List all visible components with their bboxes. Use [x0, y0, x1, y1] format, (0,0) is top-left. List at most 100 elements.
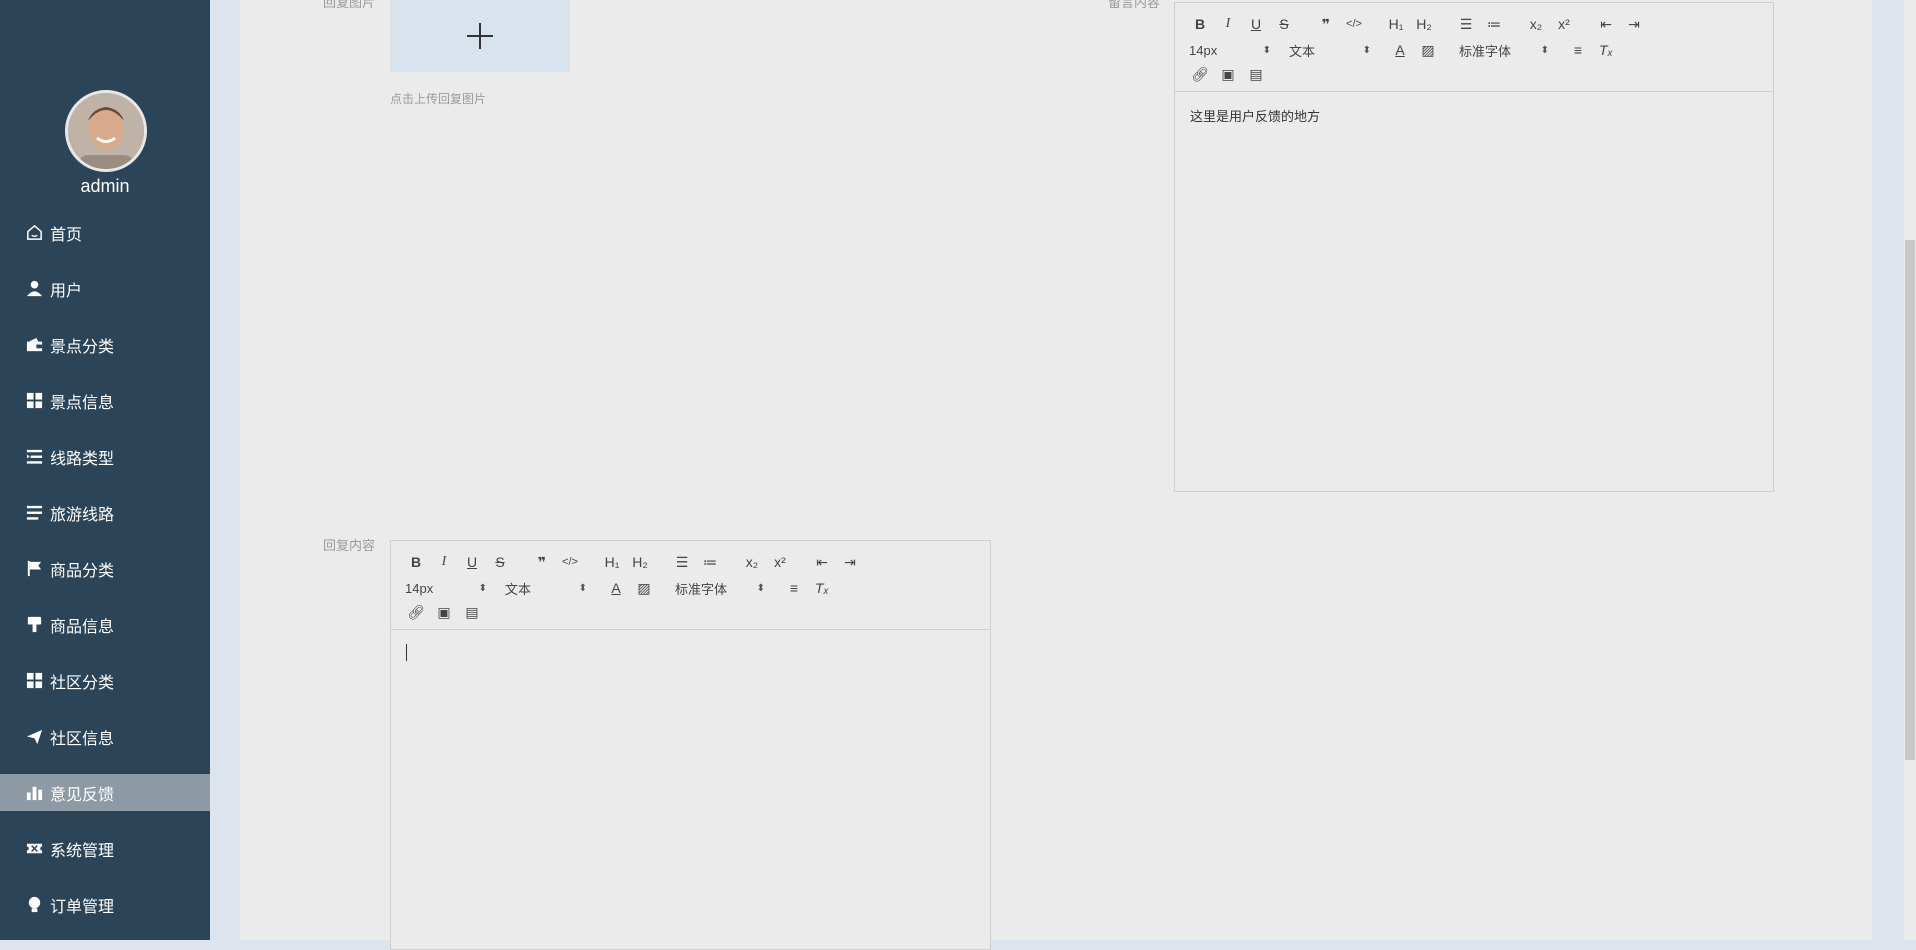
- superscript-button[interactable]: x²: [1553, 14, 1575, 34]
- h1-button[interactable]: H₁: [1385, 14, 1407, 34]
- message-editor: B I U S ❞ </> H₁ H₂ ☰ ≔ x₂ x² ⇤ ⇥ 14px ⬍ …: [1174, 2, 1774, 492]
- font-size-select[interactable]: 14px ⬍: [1189, 43, 1271, 58]
- h2-button[interactable]: H₂: [1413, 14, 1435, 34]
- page-scrollbar-thumb[interactable]: [1905, 240, 1915, 760]
- indent-icon[interactable]: ⇥: [839, 552, 861, 572]
- message-editor-body[interactable]: 这里是用户反馈的地方: [1175, 92, 1773, 139]
- subscript-button[interactable]: x₂: [1525, 14, 1547, 34]
- clear-format-icon[interactable]: Tₓ: [1595, 40, 1617, 60]
- upload-image-button[interactable]: [390, 0, 570, 72]
- video-icon[interactable]: ▤: [1245, 64, 1267, 84]
- sidebar-item-label: 系统管理: [50, 842, 115, 860]
- strike-button[interactable]: S: [1273, 14, 1295, 34]
- outdent-icon[interactable]: ⇤: [1595, 14, 1617, 34]
- align-icon[interactable]: ≡: [783, 578, 805, 598]
- sidebar: admin 首页 用户 景点分类 景点信息 线路类型 旅游线路 商品分类 商品信…: [0, 0, 210, 940]
- font-family-select[interactable]: 标准字体 ⬍: [1459, 41, 1549, 60]
- home-icon: [24, 223, 44, 243]
- sidebar-item-label: 订单管理: [50, 898, 115, 916]
- h2-button[interactable]: H₂: [629, 552, 651, 572]
- subscript-button[interactable]: x₂: [741, 552, 763, 572]
- reply-editor: B I U S ❞ </> H₁ H₂ ☰ ≔ x₂ x² ⇤ ⇥ 14px ⬍ …: [390, 540, 991, 950]
- image-icon[interactable]: ▣: [433, 602, 455, 622]
- sidebar-item-home[interactable]: 首页: [0, 214, 210, 251]
- editor-toolbar: B I U S ❞ </> H₁ H₂ ☰ ≔ x₂ x² ⇤ ⇥ 14px ⬍ …: [1175, 3, 1773, 92]
- user-icon: [24, 279, 44, 299]
- sidebar-item-label: 景点分类: [50, 338, 115, 356]
- superscript-button[interactable]: x²: [769, 552, 791, 572]
- h1-button[interactable]: H₁: [601, 552, 623, 572]
- upload-tip: 点击上传回复图片: [390, 92, 487, 106]
- avatar[interactable]: [65, 90, 147, 172]
- sidebar-item-label: 商品信息: [50, 618, 115, 636]
- italic-button[interactable]: I: [1217, 14, 1239, 34]
- sidebar-item-label: 商品分类: [50, 562, 115, 580]
- grid-icon: [24, 671, 44, 691]
- link-icon[interactable]: 🔗︎: [1189, 64, 1211, 84]
- list-indent-icon: [24, 447, 44, 467]
- align-icon[interactable]: ≡: [1567, 40, 1589, 60]
- underline-button[interactable]: U: [461, 552, 483, 572]
- strike-button[interactable]: S: [489, 552, 511, 572]
- image-icon[interactable]: ▣: [1217, 64, 1239, 84]
- quote-button[interactable]: ❞: [531, 552, 553, 572]
- username: admin: [80, 176, 130, 196]
- font-color-icon[interactable]: A: [1389, 40, 1411, 60]
- sidebar-item-community-info[interactable]: 社区信息: [0, 718, 210, 755]
- font-color-icon[interactable]: A: [605, 578, 627, 598]
- background-color-icon[interactable]: ▨: [633, 578, 655, 598]
- sidebar-item-community-category[interactable]: 社区分类: [0, 662, 210, 699]
- sidebar-item-goods-category[interactable]: 商品分类: [0, 550, 210, 587]
- underline-button[interactable]: U: [1245, 14, 1267, 34]
- indent-icon[interactable]: ⇥: [1623, 14, 1645, 34]
- font-family-select[interactable]: 标准字体 ⬍: [675, 579, 765, 598]
- sidebar-item-label: 首页: [50, 226, 83, 244]
- italic-button[interactable]: I: [433, 552, 455, 572]
- header-select[interactable]: 文本 ⬍: [1289, 41, 1371, 60]
- sidebar-item-system[interactable]: 系统管理: [0, 830, 210, 867]
- code-block-button[interactable]: </>: [1343, 14, 1365, 34]
- sidebar-item-goods-info[interactable]: 商品信息: [0, 606, 210, 643]
- sidebar-item-feedback[interactable]: 意见反馈: [0, 774, 210, 811]
- bullet-list-icon[interactable]: ≔: [1483, 14, 1505, 34]
- sidebar-item-label: 社区分类: [50, 674, 115, 692]
- message-label: 留言内容: [1108, 0, 1161, 10]
- plus-icon: [467, 23, 493, 49]
- sidebar-item-scenic-category[interactable]: 景点分类: [0, 326, 210, 363]
- reply-image-label: 回复图片: [323, 0, 376, 10]
- bulb-icon: [24, 895, 44, 915]
- video-icon[interactable]: ▤: [461, 602, 483, 622]
- link-icon[interactable]: 🔗︎: [405, 602, 427, 622]
- sidebar-item-label: 社区信息: [50, 730, 115, 748]
- editor-toolbar: B I U S ❞ </> H₁ H₂ ☰ ≔ x₂ x² ⇤ ⇥ 14px ⬍ …: [391, 541, 990, 630]
- code-block-button[interactable]: </>: [559, 552, 581, 572]
- ordered-list-icon[interactable]: ☰: [671, 552, 693, 572]
- sidebar-item-orders[interactable]: 订单管理: [0, 886, 210, 923]
- bold-button[interactable]: B: [1189, 14, 1211, 34]
- bullet-list-icon[interactable]: ≔: [699, 552, 721, 572]
- sidebar-item-label: 旅游线路: [50, 506, 115, 524]
- bold-button[interactable]: B: [405, 552, 427, 572]
- message-text: 这里是用户反馈的地方: [1190, 109, 1321, 124]
- sidebar-item-user[interactable]: 用户: [0, 270, 210, 307]
- header-select[interactable]: 文本 ⬍: [505, 579, 587, 598]
- ordered-list-icon[interactable]: ☰: [1455, 14, 1477, 34]
- sidebar-menu: 首页 用户 景点分类 景点信息 线路类型 旅游线路 商品分类 商品信息 社区分类…: [0, 214, 210, 942]
- sidebar-item-scenic-info[interactable]: 景点信息: [0, 382, 210, 419]
- sidebar-item-label: 景点信息: [50, 394, 115, 412]
- avatar-image: [68, 93, 144, 169]
- sidebar-item-route-type[interactable]: 线路类型: [0, 438, 210, 475]
- quote-button[interactable]: ❞: [1315, 14, 1337, 34]
- reply-content-label: 回复内容: [323, 538, 376, 553]
- font-size-select[interactable]: 14px ⬍: [405, 581, 487, 596]
- flag-icon: [24, 559, 44, 579]
- reply-editor-body[interactable]: [391, 630, 990, 678]
- wallet-icon: [24, 335, 44, 355]
- bar-chart-icon: [24, 783, 44, 803]
- sidebar-item-travel-route[interactable]: 旅游线路: [0, 494, 210, 531]
- sidebar-item-label: 用户: [50, 282, 83, 300]
- send-icon: [24, 727, 44, 747]
- background-color-icon[interactable]: ▨: [1417, 40, 1439, 60]
- clear-format-icon[interactable]: Tₓ: [811, 578, 833, 598]
- outdent-icon[interactable]: ⇤: [811, 552, 833, 572]
